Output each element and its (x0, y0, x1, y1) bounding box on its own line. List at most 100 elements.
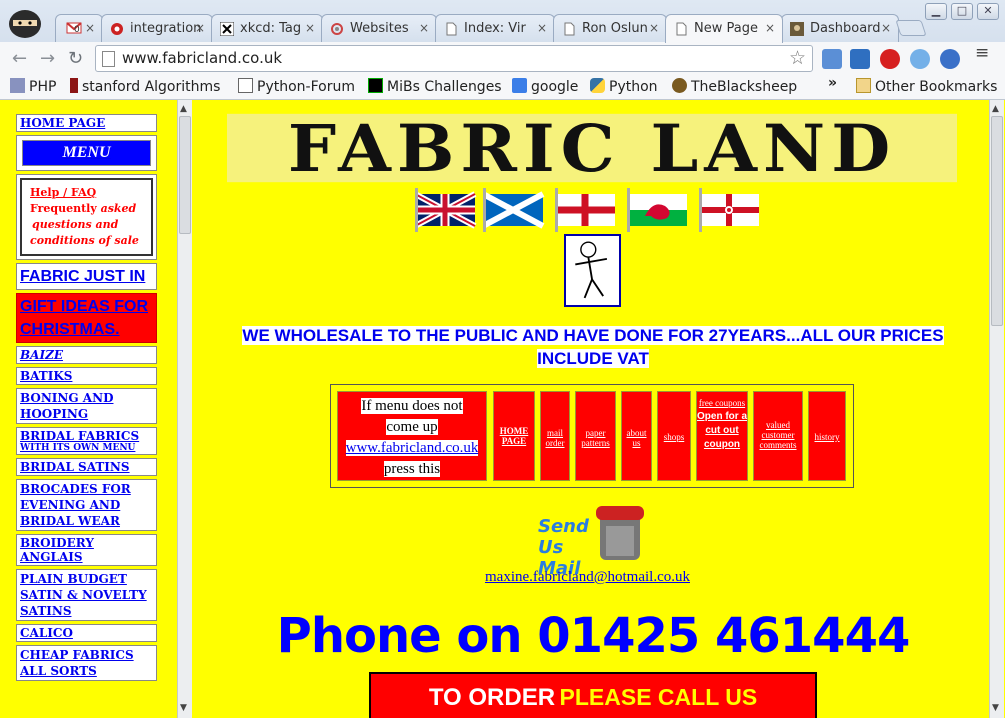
page-icon (446, 22, 457, 36)
tab-xkcd[interactable]: xkcd: Tag × (211, 14, 323, 42)
screenshot-extension-icon[interactable] (850, 49, 870, 69)
menu-item-bridal-satins[interactable]: BRIDAL SATINS (16, 458, 157, 476)
menu-hint-cell: If menu does not come up www.fabricland.… (337, 391, 487, 481)
scroll-down-arrow-icon[interactable]: ▼ (180, 703, 187, 713)
close-window-button[interactable]: ✕ (977, 3, 999, 20)
other-bookmarks[interactable]: Other Bookmarks (856, 78, 997, 95)
nav-mail-order[interactable]: mail order (540, 391, 570, 481)
close-tab-icon[interactable]: × (765, 21, 775, 35)
menu-item-brocades[interactable]: BROCADES FOR EVENING AND BRIDAL WEAR (16, 479, 157, 531)
ninja-avatar-icon (9, 10, 41, 38)
minimize-button[interactable]: ▁ (925, 3, 947, 20)
browser-chrome: 0 × integration × xkcd: Tag × Websites ×… (0, 0, 1005, 100)
tab-strip: 0 × integration × xkcd: Tag × Websites ×… (0, 0, 1005, 43)
share-extension-icon[interactable] (940, 49, 960, 69)
toolbar: ← → ↻ www.fabricland.co.uk ☆ ≡ (0, 42, 1005, 74)
forward-icon[interactable]: → (40, 48, 55, 69)
main-nav-table: If menu does not come up www.fabricland.… (330, 384, 854, 488)
tab-new-page[interactable]: New Page × (665, 14, 783, 43)
bookmark-python-forum[interactable]: Python-Forum (238, 78, 355, 95)
fabricland-home-link[interactable]: www.fabricland.co.uk (346, 440, 479, 456)
menu-gift-ideas[interactable]: GIFT IDEAS FOR CHRISTMAS. (16, 293, 157, 343)
left-menu-frame: HOME PAGE MENU Help / FAQ Frequently ask… (4, 100, 192, 718)
tab-index[interactable]: Index: Vir × (435, 14, 555, 42)
wholesale-banner: WE WHOLESALE TO THE PUBLIC AND HAVE DONE… (217, 324, 969, 370)
back-icon[interactable]: ← (12, 48, 27, 69)
bookmark-mibs[interactable]: MiBs Challenges (368, 78, 502, 95)
tab-label: integration (130, 21, 202, 36)
nav-about-us[interactable]: about us (621, 391, 652, 481)
tab-label: New Page (694, 21, 758, 36)
flags-row (415, 186, 775, 234)
sheep-icon (672, 78, 687, 93)
nav-history[interactable]: history (808, 391, 846, 481)
menu-icon[interactable]: ≡ (975, 45, 991, 62)
help-faq-link[interactable]: Help / FAQ (30, 185, 143, 201)
bookmark-php[interactable]: PHP (10, 78, 56, 95)
close-tab-icon[interactable]: × (195, 21, 205, 35)
menu-item-sublabel: WITH ITS OWN MENU (20, 443, 136, 453)
scroll-up-arrow-icon[interactable]: ▲ (180, 104, 187, 114)
close-tab-icon[interactable]: × (85, 21, 95, 35)
tab-integration[interactable]: integration × (101, 14, 213, 42)
nav-label: free coupons (698, 398, 746, 408)
main-frame: FABRIC LAND WE WHOLESALE TO THE PUBLIC A… (197, 100, 989, 718)
tab-ron-oslun[interactable]: Ron Oslun × (553, 14, 667, 42)
main-scrollbar[interactable]: ▲ ▼ (989, 100, 1004, 718)
gmail-unread-count: 0 (74, 25, 80, 35)
email-link[interactable]: maxine.fabricland@hotmail.co.uk (485, 569, 690, 586)
new-tab-button[interactable] (895, 20, 927, 36)
menu-item-boning[interactable]: BONING AND HOOPING (16, 388, 157, 424)
bookmark-theblacksheep[interactable]: TheBlacksheep (672, 78, 797, 95)
close-tab-icon[interactable]: × (537, 21, 547, 35)
xkcd-icon (220, 22, 234, 36)
reload-icon[interactable]: ↻ (68, 48, 83, 69)
menu-item-batiks[interactable]: BATIKS (16, 367, 157, 385)
send-mail-graphic[interactable]: Send Us Mail (532, 500, 652, 579)
menu-item-calico[interactable]: CALICO (16, 624, 157, 642)
coupon-note: Open for a cut out coupon (697, 411, 748, 450)
fabric-land-logo: FABRIC LAND (227, 114, 957, 184)
maximize-button[interactable]: □ (951, 3, 973, 20)
nav-paper-patterns[interactable]: paper patterns (575, 391, 616, 481)
left-frame-scrollbar[interactable]: ▲ ▼ (177, 100, 192, 718)
menu-item-cheap-fabrics[interactable]: CHEAP FABRICS ALL SORTS (16, 645, 157, 681)
3d-extension-icon[interactable] (822, 49, 842, 69)
tab-gmail[interactable]: 0 × (55, 14, 103, 42)
stanford-icon (70, 78, 78, 93)
mibs-icon (368, 78, 383, 93)
menu-item-budget-satin[interactable]: PLAIN BUDGET SATIN & NOVELTY SATINS (16, 569, 157, 621)
nav-free-coupons[interactable]: free coupons Open for a cut out coupon (696, 391, 748, 481)
tab-dashboard[interactable]: Dashboard × (781, 14, 899, 42)
menu-home-page[interactable]: HOME PAGE (16, 114, 157, 132)
nav-shops[interactable]: shops (657, 391, 691, 481)
chat-extension-icon[interactable] (910, 49, 930, 69)
bookmark-star-icon[interactable]: ☆ (789, 47, 806, 69)
scroll-down-arrow-icon[interactable]: ▼ (992, 703, 999, 713)
bookmark-google[interactable]: google (512, 78, 578, 95)
tab-websites[interactable]: Websites × (321, 14, 437, 42)
address-bar[interactable]: www.fabricland.co.uk ☆ (95, 45, 813, 72)
close-tab-icon[interactable]: × (881, 21, 891, 35)
close-tab-icon[interactable]: × (419, 21, 429, 35)
tab-label: Ron Oslun (582, 21, 648, 36)
scrollbar-thumb[interactable] (179, 116, 191, 234)
menu-item-bridal-fabrics[interactable]: BRIDAL FABRICS WITH ITS OWN MENU (16, 427, 157, 455)
menu-header-box: MENU (16, 135, 157, 171)
menu-item-broidery[interactable]: BROIDERY ANGLAIS (16, 534, 157, 566)
close-tab-icon[interactable]: × (305, 21, 315, 35)
menu-fabric-just-in[interactable]: FABRIC JUST IN (16, 263, 157, 290)
menu-hint-text: If menu does not (361, 398, 463, 414)
folder-icon (856, 78, 871, 93)
bookmark-stanford[interactable]: stanford Algorithms (70, 78, 220, 95)
scrollbar-thumb[interactable] (991, 116, 1003, 326)
bookmark-python[interactable]: Python (590, 78, 658, 95)
nav-valued-comments[interactable]: valued customer comments (753, 391, 803, 481)
scroll-up-arrow-icon[interactable]: ▲ (992, 104, 999, 114)
menu-item-baize[interactable]: BAIZE (16, 346, 157, 364)
adblock-icon[interactable] (880, 49, 900, 69)
nav-home-page[interactable]: HOME PAGE (493, 391, 535, 481)
close-tab-icon[interactable]: × (649, 21, 659, 35)
help-faq-box[interactable]: Help / FAQ Frequently asked questions an… (16, 174, 157, 260)
more-bookmarks-chevron-icon[interactable]: » (828, 75, 837, 91)
